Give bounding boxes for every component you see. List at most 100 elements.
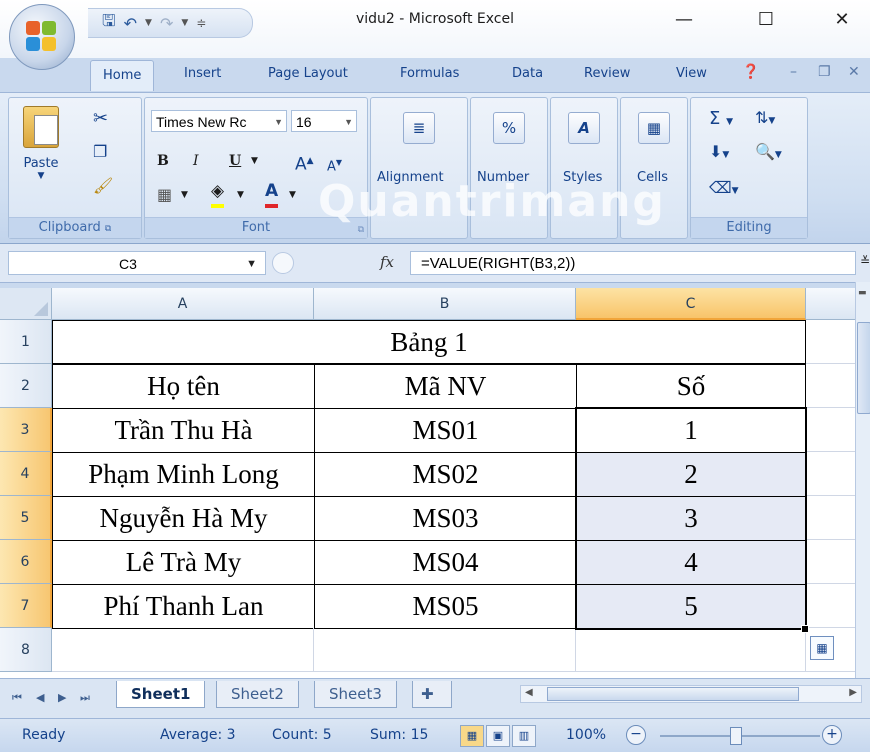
copy-icon[interactable]: ❐ bbox=[93, 142, 107, 161]
borders-icon[interactable]: ▦ bbox=[157, 184, 172, 206]
header-cell-code[interactable]: Mã NV bbox=[314, 364, 577, 409]
sheet-tab-1[interactable]: Sheet1 bbox=[116, 681, 206, 708]
table-cell[interactable]: MS03 bbox=[314, 496, 577, 541]
fill-icon[interactable]: ⬇▼ bbox=[709, 142, 729, 161]
scroll-right-icon[interactable]: ▶ bbox=[849, 687, 857, 698]
tab-review[interactable]: Review bbox=[584, 66, 630, 81]
cut-icon[interactable]: ✂ bbox=[93, 108, 108, 129]
formula-bar-handle-icon[interactable] bbox=[272, 252, 294, 274]
table-cell[interactable]: Nguyễn Hà My bbox=[52, 496, 315, 541]
normal-view-icon[interactable]: ▦ bbox=[460, 725, 484, 747]
font-family-combo[interactable]: Times New Rc ▼ bbox=[151, 110, 287, 132]
row-header-4[interactable]: 4 bbox=[0, 452, 52, 496]
cell-c8[interactable] bbox=[576, 628, 806, 672]
row-header-2[interactable]: 2 bbox=[0, 364, 52, 408]
cell-a8[interactable] bbox=[52, 628, 314, 672]
ribbon-minimize-icon[interactable]: – bbox=[790, 64, 797, 80]
clear-icon[interactable]: ⌫▼ bbox=[709, 178, 739, 197]
bold-button[interactable]: B bbox=[157, 150, 169, 172]
header-cell-number[interactable]: Số bbox=[576, 364, 806, 409]
expand-formula-bar-icon[interactable]: ≚ bbox=[860, 254, 870, 268]
vertical-scroll-thumb[interactable] bbox=[857, 322, 870, 414]
fill-color-icon[interactable]: ◈ bbox=[211, 182, 225, 208]
table-cell[interactable]: MS02 bbox=[314, 452, 577, 497]
first-sheet-icon[interactable]: ⏮ bbox=[12, 691, 22, 705]
row-header-5[interactable]: 5 bbox=[0, 496, 52, 540]
next-sheet-icon[interactable]: ▶ bbox=[58, 691, 66, 704]
table-cell-active[interactable]: 1 bbox=[576, 408, 806, 453]
tab-page-layout[interactable]: Page Layout bbox=[268, 66, 348, 81]
column-header-a[interactable]: A bbox=[52, 288, 314, 320]
font-size-combo[interactable]: 16 ▼ bbox=[291, 110, 357, 132]
ribbon-restore-icon[interactable]: ❐ bbox=[818, 64, 831, 80]
insert-function-icon[interactable]: fx bbox=[380, 253, 394, 271]
sheet-tab-2[interactable]: Sheet2 bbox=[216, 681, 299, 708]
format-painter-icon[interactable]: 🖌 bbox=[93, 176, 113, 195]
cell-d7[interactable] bbox=[806, 584, 855, 628]
tab-home[interactable]: Home bbox=[90, 60, 155, 91]
table-cell[interactable]: Phạm Minh Long bbox=[52, 452, 315, 497]
select-all-button[interactable] bbox=[0, 288, 52, 320]
zoom-in-icon[interactable]: + bbox=[822, 725, 842, 745]
minimize-button[interactable]: — bbox=[664, 6, 704, 34]
table-cell[interactable]: 2 bbox=[576, 452, 806, 497]
italic-button[interactable]: I bbox=[193, 150, 199, 172]
column-header-b[interactable]: B bbox=[314, 288, 576, 320]
font-color-dropdown-icon[interactable]: ▼ bbox=[289, 184, 296, 206]
tab-formulas[interactable]: Formulas bbox=[400, 66, 459, 81]
font-color-icon[interactable]: A bbox=[265, 182, 279, 208]
vertical-scrollbar[interactable]: ▬ bbox=[855, 282, 870, 678]
row-header-1[interactable]: 1 bbox=[0, 320, 52, 364]
zoom-slider[interactable] bbox=[660, 727, 820, 745]
font-size-dropdown-icon[interactable]: ▼ bbox=[344, 111, 353, 133]
zoom-slider-thumb[interactable] bbox=[730, 727, 742, 745]
tab-insert[interactable]: Insert bbox=[184, 66, 221, 81]
name-box-dropdown-icon[interactable]: ▼ bbox=[246, 252, 257, 276]
table-cell[interactable]: 3 bbox=[576, 496, 806, 541]
table-cell[interactable]: 5 bbox=[576, 584, 806, 629]
ribbon-close-icon[interactable]: ✕ bbox=[848, 64, 860, 80]
table-cell[interactable]: Lê Trà My bbox=[52, 540, 315, 585]
find-select-icon[interactable]: 🔍▼ bbox=[755, 142, 782, 161]
cell-d3[interactable] bbox=[806, 408, 855, 452]
table-cell[interactable]: Trần Thu Hà bbox=[52, 408, 315, 453]
auto-fill-options-icon[interactable]: ▦ bbox=[810, 636, 834, 660]
page-break-view-icon[interactable]: ▥ bbox=[512, 725, 536, 747]
table-cell[interactable]: 4 bbox=[576, 540, 806, 585]
shrink-font-icon[interactable]: A▼ bbox=[327, 152, 342, 174]
tab-data[interactable]: Data bbox=[512, 66, 543, 81]
formula-input[interactable]: =VALUE(RIGHT(B3,2)) bbox=[410, 251, 856, 275]
table-cell[interactable]: MS05 bbox=[314, 584, 577, 629]
row-header-6[interactable]: 6 bbox=[0, 540, 52, 584]
close-button[interactable]: ✕ bbox=[822, 6, 862, 34]
column-header-c[interactable]: C bbox=[576, 288, 806, 320]
split-box-icon[interactable]: ▬ bbox=[858, 288, 867, 298]
cell-d5[interactable] bbox=[806, 496, 855, 540]
table-cell[interactable]: MS01 bbox=[314, 408, 577, 453]
fill-handle[interactable] bbox=[801, 625, 809, 633]
table-cell[interactable]: Phí Thanh Lan bbox=[52, 584, 315, 629]
page-layout-view-icon[interactable]: ▣ bbox=[486, 725, 510, 747]
office-button[interactable] bbox=[9, 4, 75, 70]
column-header-d[interactable] bbox=[806, 288, 855, 320]
prev-sheet-icon[interactable]: ◀ bbox=[36, 691, 44, 704]
row-header-3[interactable]: 3 bbox=[0, 408, 52, 452]
cell-d2[interactable] bbox=[806, 364, 855, 408]
help-icon[interactable]: ❓ bbox=[742, 64, 759, 80]
row-header-7[interactable]: 7 bbox=[0, 584, 52, 628]
cell-d1[interactable] bbox=[806, 320, 855, 364]
cell-b8[interactable] bbox=[314, 628, 576, 672]
clipboard-launcher-icon[interactable]: ⧉ bbox=[105, 224, 111, 234]
paste-button[interactable]: Paste ▼ bbox=[19, 106, 63, 196]
fill-color-dropdown-icon[interactable]: ▼ bbox=[237, 184, 244, 206]
zoom-out-icon[interactable]: − bbox=[626, 725, 646, 745]
font-family-dropdown-icon[interactable]: ▼ bbox=[274, 111, 283, 133]
sort-filter-icon[interactable]: ⇅▼ bbox=[755, 108, 775, 127]
name-box[interactable]: C3 ▼ bbox=[8, 251, 266, 275]
grow-font-icon[interactable]: A▲ bbox=[295, 150, 314, 175]
header-cell-name[interactable]: Họ tên bbox=[52, 364, 315, 409]
borders-dropdown-icon[interactable]: ▼ bbox=[181, 184, 188, 206]
scroll-left-icon[interactable]: ◀ bbox=[525, 687, 533, 698]
tab-view[interactable]: View bbox=[676, 66, 707, 81]
underline-button[interactable]: U bbox=[229, 150, 241, 172]
